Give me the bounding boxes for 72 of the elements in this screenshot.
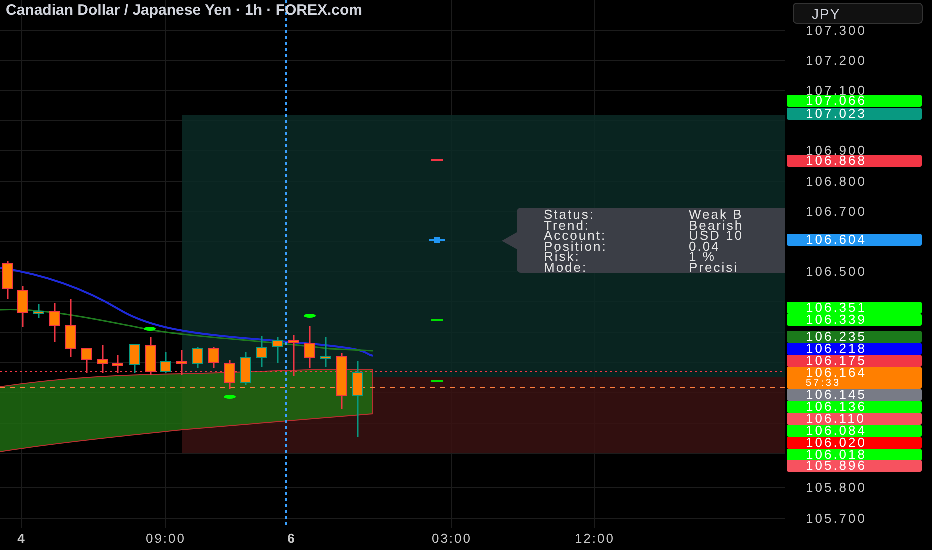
chart-title: Canadian Dollar / Japanese Yen · 1h · FOREX.com — [6, 2, 362, 19]
candle — [240, 352, 252, 385]
price-tag: 106.136 — [787, 401, 922, 413]
candle — [98, 345, 108, 373]
info-value: Precisi — [689, 262, 740, 273]
signal-marker — [431, 159, 443, 161]
time-label: 4 — [18, 531, 26, 546]
candle — [320, 337, 332, 367]
candle — [2, 261, 14, 299]
price-tag: 106.020 — [787, 437, 922, 449]
candle — [160, 352, 172, 373]
price-tag: 105.896 — [787, 460, 922, 472]
info-label: Trend: — [544, 220, 590, 231]
signal-marker — [429, 237, 445, 243]
candle — [176, 350, 188, 375]
info-label: Account: — [544, 231, 608, 242]
price-tag: 107.023 — [787, 108, 922, 120]
price-tag: 106.339 — [787, 314, 922, 326]
price-tag: 107.066 — [787, 95, 922, 107]
info-value: Weak B — [689, 210, 744, 220]
candle — [34, 304, 44, 318]
candle — [112, 355, 124, 373]
candle — [208, 347, 220, 368]
price-label: 106.700 — [806, 205, 867, 219]
candle — [146, 337, 156, 375]
candle — [18, 286, 28, 327]
info-label: Status: — [544, 210, 596, 220]
price-tag: 106.868 — [787, 155, 922, 167]
signal-marker — [144, 327, 156, 331]
candle — [256, 336, 268, 367]
price-label: 105.800 — [806, 481, 867, 495]
signal-marker — [304, 314, 316, 318]
info-label: Mode: — [544, 262, 589, 273]
price-label: 107.300 — [806, 24, 867, 38]
price-tag: 106.235 — [787, 331, 922, 343]
candle — [336, 353, 348, 409]
price-tag: 106.018 — [787, 449, 922, 461]
price-tag: 106.351 — [787, 302, 922, 314]
price-tag: 106.164 57:33 — [787, 367, 922, 389]
signal-marker — [224, 395, 236, 399]
candle — [50, 303, 60, 342]
price-label: 107.200 — [806, 54, 867, 68]
candle — [224, 360, 236, 389]
time-label: 03:00 — [432, 531, 472, 546]
candle — [66, 299, 76, 357]
signal-marker — [431, 380, 443, 382]
info-label: Risk: — [544, 252, 580, 262]
info-value: USD 10 — [689, 231, 745, 242]
price-tag: 106.110 — [787, 413, 922, 425]
info-label: Position: — [544, 242, 608, 252]
price-tag: 106.175 — [787, 355, 922, 367]
time-label: 09:00 — [146, 531, 186, 546]
candle — [288, 335, 300, 376]
candle — [272, 337, 284, 363]
price-tag: 106.218 — [787, 343, 922, 355]
signal-marker — [431, 319, 443, 321]
candle — [130, 344, 140, 373]
price-tag: 106.145 — [787, 389, 922, 401]
candle — [82, 348, 92, 373]
currency-button[interactable]: JPY — [793, 3, 923, 24]
candle — [304, 326, 316, 368]
time-label: 12:00 — [574, 531, 616, 546]
info-value: Bearish — [689, 220, 745, 231]
price-label: 106.500 — [806, 265, 867, 279]
info-value: 0.04 — [689, 242, 722, 252]
price-label: 105.700 — [806, 512, 867, 526]
price-label: 106.800 — [806, 175, 867, 189]
time-label: 6 — [288, 531, 296, 546]
price-tag: 106.604 — [787, 234, 922, 246]
price-tag: 106.084 — [787, 425, 922, 437]
candle — [192, 347, 204, 368]
info-value: 1 % — [689, 252, 716, 262]
